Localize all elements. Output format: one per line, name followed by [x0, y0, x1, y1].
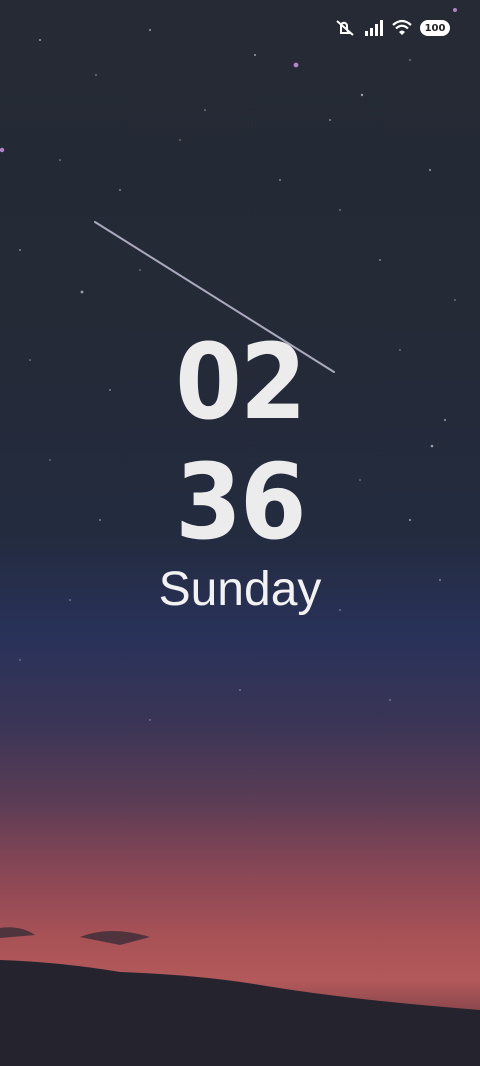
signal-icon [364, 19, 384, 37]
battery-icon: 100 [420, 20, 450, 36]
minutes-text: 36 [175, 441, 306, 563]
wifi-icon [392, 19, 412, 37]
hours-text: 02 [175, 321, 306, 443]
clock-minutes: 36 [0, 450, 480, 554]
vibrate-off-icon [334, 18, 356, 38]
clock-hours: 02 [0, 330, 480, 434]
status-bar: 100 [334, 14, 450, 42]
day-of-week: Sunday [158, 563, 322, 616]
